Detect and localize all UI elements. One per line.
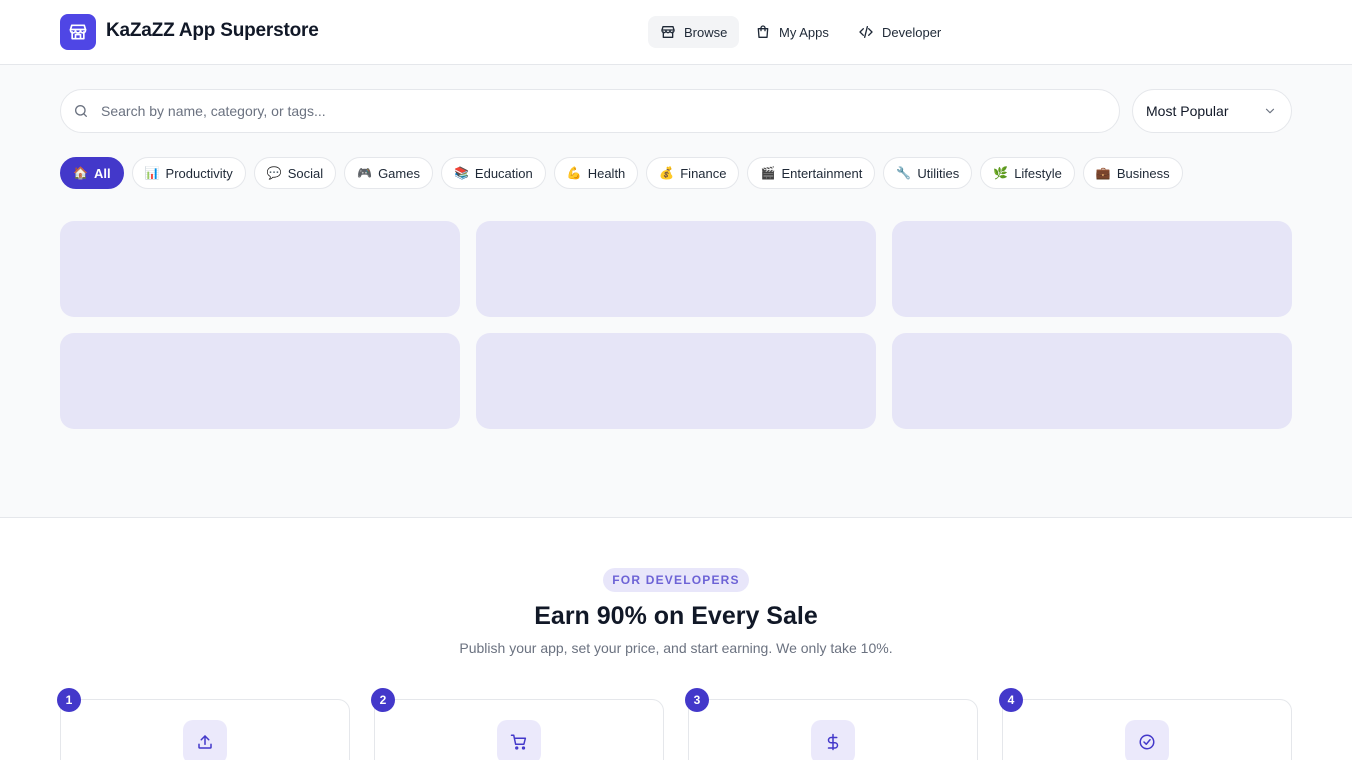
category-chip-business[interactable]: 💼 Business	[1082, 157, 1183, 189]
wrench-icon: 🔧	[896, 166, 912, 180]
app-card-skeleton	[476, 333, 876, 429]
category-chip-entertainment[interactable]: 🎬 Entertainment	[747, 157, 876, 189]
category-chip-finance[interactable]: 💰 Finance	[646, 157, 740, 189]
category-chip-lifestyle[interactable]: 🌿 Lifestyle	[980, 157, 1075, 189]
category-chip-label: Productivity	[165, 165, 233, 181]
step-card-1: 1	[57, 688, 350, 760]
clapperboard-icon: 🎬	[760, 166, 776, 180]
search-bar[interactable]	[60, 89, 1120, 133]
category-chip-health[interactable]: 💪 Health	[553, 157, 639, 189]
category-chip-label: Games	[378, 165, 420, 181]
category-chip-education[interactable]: 📚 Education	[440, 157, 546, 189]
step-card-2: 2	[371, 688, 664, 760]
flexed-bicep-icon: 💪	[566, 166, 582, 180]
dollar-icon	[811, 720, 855, 760]
category-chip-productivity[interactable]: 📊 Productivity	[131, 157, 246, 189]
home-icon: 🏠	[73, 166, 88, 180]
game-controller-icon: 🎮	[357, 166, 373, 180]
section-badge: FOR DEVELOPERS	[603, 568, 749, 592]
cart-icon	[497, 720, 541, 760]
nav-browse[interactable]: Browse	[648, 16, 740, 48]
search-input[interactable]	[101, 103, 1081, 119]
category-chip-label: Finance	[680, 165, 727, 181]
search-icon	[75, 105, 87, 117]
nav-my-apps-label: My Apps	[779, 24, 829, 40]
category-chip-label: Health	[587, 165, 626, 181]
category-chip-label: Education	[474, 165, 533, 181]
nav-developer-label: Developer	[882, 24, 942, 40]
brand-title[interactable]: KaZaZZ App Superstore	[106, 20, 319, 42]
app-card-skeleton	[476, 221, 876, 317]
category-chip-social[interactable]: 💬 Social	[253, 157, 337, 189]
books-icon: 📚	[453, 166, 469, 180]
nav-my-apps[interactable]: My Apps	[743, 16, 841, 48]
app-card-skeleton	[892, 221, 1292, 317]
section-title: Earn 90% on Every Sale	[534, 602, 818, 630]
app-card-skeleton	[60, 221, 460, 317]
nav-developer[interactable]: Developer	[846, 16, 953, 48]
category-filter-bar: 🏠 All 📊 Productivity 💬 Social 🎮 Games 📚 Educa…	[60, 157, 1183, 189]
category-chip-utilities[interactable]: 🔧 Utilities	[883, 157, 973, 189]
code-icon	[859, 26, 873, 38]
store-logo-icon[interactable]	[60, 14, 96, 50]
category-chip-label: Entertainment	[781, 165, 863, 181]
money-bag-icon: 💰	[659, 166, 675, 180]
category-chip-games[interactable]: 🎮 Games	[344, 157, 433, 189]
sort-selected-value: Most Popular	[1146, 103, 1229, 119]
category-chip-label: Utilities	[917, 165, 960, 181]
chevron-down-icon	[1265, 108, 1275, 114]
section-subtitle: Publish your app, set your price, and st…	[459, 640, 893, 656]
category-chip-label: Business	[1116, 165, 1170, 181]
app-card-skeleton	[892, 333, 1292, 429]
step-number: 4	[999, 688, 1023, 712]
top-header: KaZaZZ App Superstore Browse My Apps Dev…	[0, 0, 1352, 65]
herb-icon: 🌿	[993, 166, 1009, 180]
step-number: 1	[57, 688, 81, 712]
app-card-skeleton	[60, 333, 460, 429]
category-chip-label: Lifestyle	[1014, 165, 1062, 181]
bar-chart-icon: 📊	[144, 166, 160, 180]
step-number: 2	[371, 688, 395, 712]
step-card-4: 4	[999, 688, 1292, 760]
category-chip-label: All	[93, 165, 111, 181]
nav-browse-label: Browse	[684, 24, 728, 40]
category-chip-label: Social	[287, 165, 324, 181]
step-card-3: 3	[685, 688, 978, 760]
store-icon	[661, 26, 675, 38]
upload-icon	[183, 720, 227, 760]
step-number: 3	[685, 688, 709, 712]
category-chip-all[interactable]: 🏠 All	[60, 157, 124, 189]
sort-dropdown[interactable]: Most Popular	[1132, 89, 1292, 133]
speech-bubble-icon: 💬	[266, 166, 282, 180]
check-circle-icon	[1125, 720, 1169, 760]
briefcase-icon: 💼	[1095, 166, 1111, 180]
developer-section: FOR DEVELOPERS Earn 90% on Every Sale Pu…	[0, 517, 1352, 760]
shopping-bag-icon	[757, 25, 769, 38]
